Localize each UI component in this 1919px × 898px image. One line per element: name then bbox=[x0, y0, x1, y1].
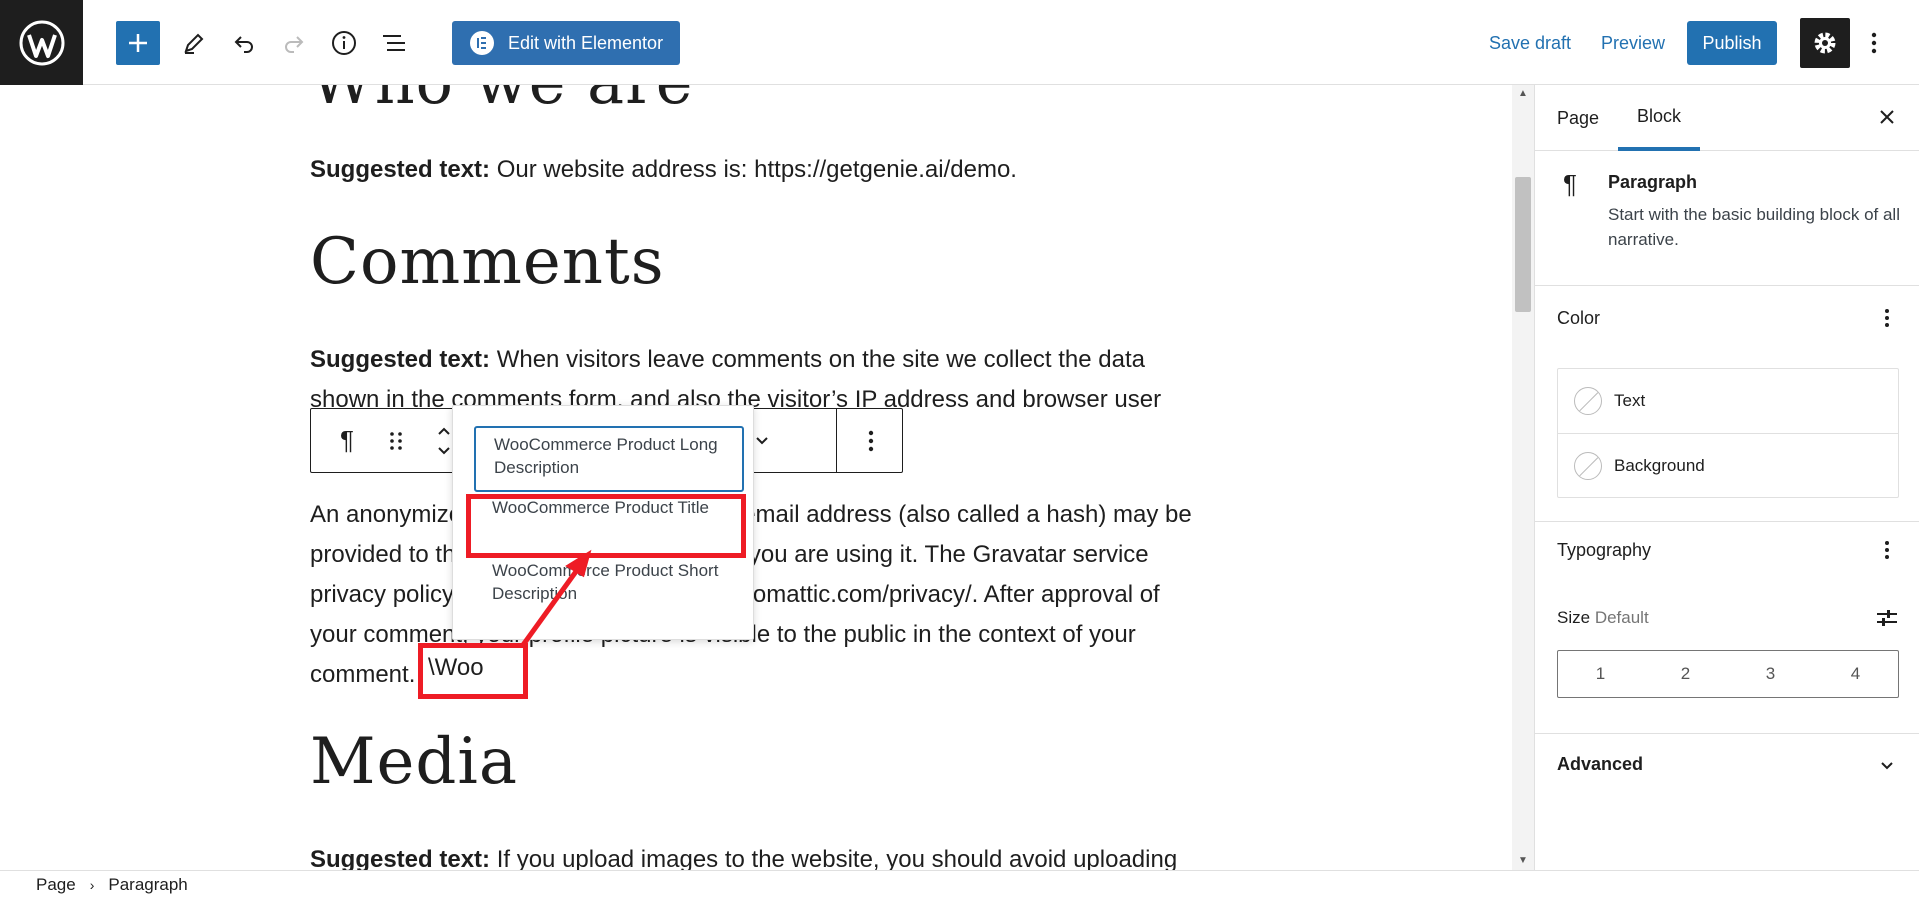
block-options-button[interactable] bbox=[851, 409, 891, 472]
editor-top-toolbar: Edit with Elementor Save draft Preview P… bbox=[0, 0, 1919, 85]
chevron-up-down-icon bbox=[438, 427, 450, 454]
breadcrumb-page[interactable]: Page bbox=[36, 875, 76, 895]
color-options-list: Text Background bbox=[1557, 368, 1899, 498]
block-card-title: Paragraph bbox=[1608, 172, 1698, 192]
scroll-up-arrow[interactable]: ▲ bbox=[1518, 89, 1528, 99]
paragraph-media[interactable]: Suggested text: If you upload images to … bbox=[310, 840, 1177, 870]
typography-panel: Typography Size Default 1 2 3 4 bbox=[1535, 522, 1919, 734]
advanced-panel-title: Advanced bbox=[1557, 754, 1644, 774]
typography-panel-title: Typography bbox=[1557, 540, 1652, 560]
add-block-button[interactable] bbox=[116, 21, 160, 65]
no-color-swatch-icon bbox=[1574, 451, 1602, 480]
block-card-description: Start with the basic building block of a… bbox=[1608, 205, 1900, 249]
plus-icon bbox=[129, 34, 147, 52]
block-breadcrumb: Page › Paragraph bbox=[0, 870, 1919, 898]
suggested-text-label: Suggested text: bbox=[310, 346, 491, 373]
paragraph-icon: ¶ bbox=[340, 425, 354, 455]
size-option-4[interactable]: 4 bbox=[1813, 651, 1898, 697]
canvas-scrollbar[interactable]: ▲ ▼ bbox=[1512, 85, 1534, 870]
block-type-button[interactable]: ¶ bbox=[327, 409, 367, 472]
save-draft-button[interactable]: Save draft bbox=[1489, 21, 1571, 65]
chevron-right-icon: › bbox=[89, 876, 95, 893]
no-color-swatch-icon bbox=[1574, 387, 1602, 415]
list-view-icon bbox=[383, 35, 405, 51]
wordpress-icon bbox=[19, 20, 64, 65]
publish-button[interactable]: Publish bbox=[1687, 21, 1777, 65]
elementor-icon bbox=[470, 31, 494, 55]
scroll-down-arrow[interactable]: ▼ bbox=[1518, 856, 1528, 866]
color-background-label: Background bbox=[1614, 455, 1705, 475]
gear-icon bbox=[1814, 32, 1836, 54]
size-option-3[interactable]: 3 bbox=[1728, 651, 1813, 697]
redo-icon bbox=[285, 36, 304, 53]
autocomplete-option-long-description[interactable]: WooCommerce Product Long Description bbox=[474, 426, 744, 492]
sliders-icon bbox=[1877, 610, 1897, 626]
wordpress-logo-button[interactable] bbox=[0, 0, 83, 85]
chevron-down-icon bbox=[756, 436, 768, 444]
color-options-button[interactable] bbox=[1875, 306, 1899, 330]
paragraph-icon: ¶ bbox=[1563, 169, 1577, 199]
heading-media[interactable]: Media bbox=[310, 725, 518, 799]
annotation-highlight-option bbox=[466, 494, 746, 558]
chevron-down-icon bbox=[1875, 754, 1899, 778]
info-icon bbox=[332, 31, 356, 55]
pencil-icon bbox=[184, 33, 204, 54]
font-size-label: Size Default bbox=[1557, 608, 1649, 628]
size-option-1[interactable]: 1 bbox=[1558, 651, 1643, 697]
heading-comments[interactable]: Comments bbox=[310, 225, 665, 299]
custom-size-toggle[interactable] bbox=[1875, 606, 1899, 630]
heading-who-we-are[interactable]: Who we are bbox=[310, 85, 693, 118]
paragraph-website-address[interactable]: Suggested text: Our website address is: … bbox=[310, 150, 1017, 190]
drag-handle-icon bbox=[390, 431, 402, 450]
advanced-panel-toggle[interactable]: Advanced bbox=[1535, 734, 1919, 800]
color-text-label: Text bbox=[1614, 391, 1646, 410]
more-vertical-icon bbox=[868, 430, 874, 451]
list-view-button[interactable] bbox=[372, 21, 416, 65]
size-value-text: Default bbox=[1594, 608, 1649, 627]
toolbar-divider bbox=[836, 409, 837, 472]
details-button[interactable] bbox=[322, 21, 366, 65]
font-size-picker: 1 2 3 4 bbox=[1557, 650, 1899, 698]
suggested-text-label: Suggested text: bbox=[310, 846, 491, 870]
post-content: Who we are Suggested text: Our website a… bbox=[310, 85, 1210, 870]
settings-button[interactable] bbox=[1800, 18, 1850, 68]
typography-options-button[interactable] bbox=[1875, 538, 1899, 562]
undo-icon bbox=[234, 36, 253, 53]
close-icon bbox=[1880, 110, 1894, 124]
more-vertical-icon bbox=[1885, 309, 1889, 327]
suggested-text-label: Suggested text: bbox=[310, 156, 491, 183]
annotation-highlight-typed-text bbox=[418, 643, 528, 699]
edit-with-elementor-button[interactable]: Edit with Elementor bbox=[452, 21, 680, 65]
options-button[interactable] bbox=[1862, 21, 1886, 65]
autocomplete-option-short-description[interactable]: WooCommerce Product Short Description bbox=[474, 554, 744, 614]
breadcrumb-paragraph[interactable]: Paragraph bbox=[108, 875, 187, 895]
color-panel: Color Text Background bbox=[1535, 286, 1919, 522]
size-label-text: Size bbox=[1557, 608, 1591, 627]
color-panel-title: Color bbox=[1557, 308, 1601, 328]
sidebar-tabs: Page Block bbox=[1535, 85, 1919, 151]
tab-block[interactable]: Block bbox=[1618, 85, 1701, 151]
color-background-option[interactable]: Background bbox=[1558, 433, 1898, 497]
size-option-2[interactable]: 2 bbox=[1643, 651, 1728, 697]
preview-button[interactable]: Preview bbox=[1601, 21, 1665, 65]
editor-canvas: Who we are Suggested text: Our website a… bbox=[0, 85, 1520, 870]
tab-page[interactable]: Page bbox=[1557, 85, 1599, 151]
more-vertical-icon bbox=[1871, 32, 1877, 54]
tools-button[interactable] bbox=[172, 21, 216, 65]
elementor-button-label: Edit with Elementor bbox=[508, 32, 664, 53]
close-sidebar-button[interactable] bbox=[1875, 105, 1899, 129]
block-card: ¶ Paragraph Start with the basic buildin… bbox=[1535, 151, 1919, 286]
undo-button[interactable] bbox=[222, 21, 266, 65]
more-vertical-icon bbox=[1885, 541, 1889, 559]
scroll-thumb[interactable] bbox=[1515, 177, 1531, 312]
color-text-option[interactable]: Text bbox=[1558, 369, 1898, 433]
paragraph-text: If you upload images to the website, you… bbox=[490, 846, 1178, 870]
drag-handle[interactable] bbox=[381, 409, 411, 472]
redo-button[interactable] bbox=[272, 21, 316, 65]
paragraph-text: Our website address is: https://getgenie… bbox=[490, 156, 1017, 183]
settings-sidebar: Page Block ¶ Paragraph Start with the ba… bbox=[1534, 85, 1919, 870]
